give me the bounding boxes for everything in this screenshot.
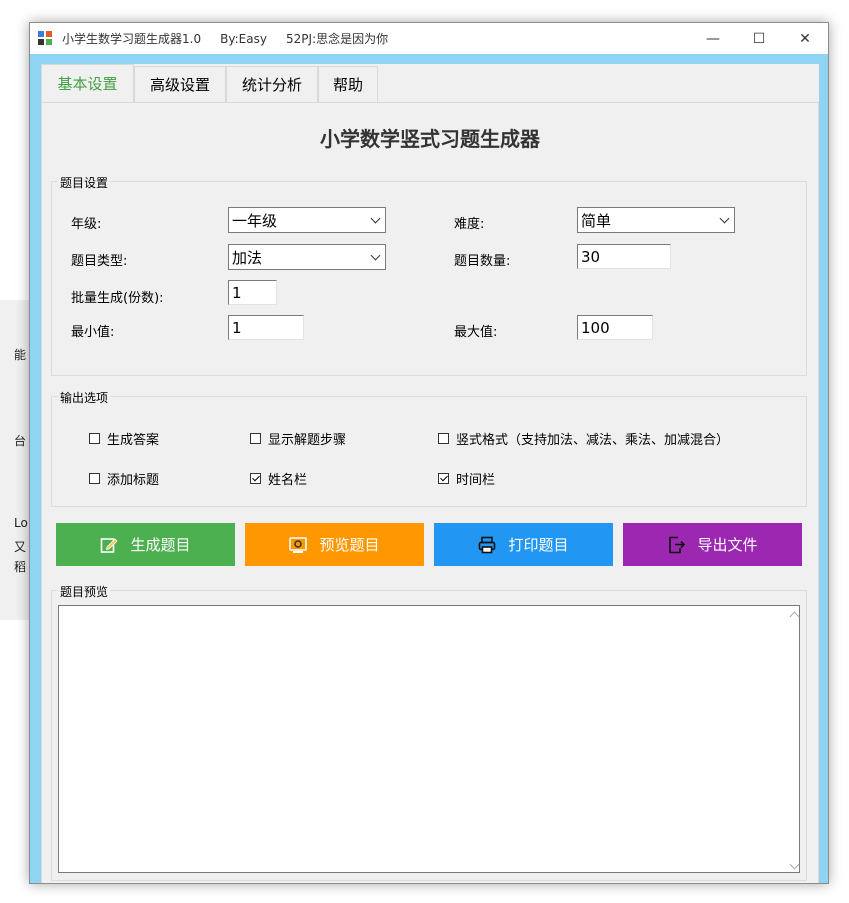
checkbox-icon: [89, 473, 100, 484]
preview-group: 题目预览: [51, 583, 807, 881]
button-label: 导出文件: [697, 536, 758, 554]
checkbox-label: 显示解题步骤: [268, 433, 347, 448]
title-bar[interactable]: 小学生数学习题生成器1.0 By:Easy 52PJ:思念是因为你 — ☐ ✕: [30, 23, 828, 54]
background-window-edge: [420, 10, 800, 18]
count-input[interactable]: 30: [577, 244, 671, 269]
max-label: 最大值:: [454, 325, 498, 340]
maximize-button[interactable]: ☐: [736, 23, 782, 54]
type-select[interactable]: 加法: [228, 244, 386, 270]
tab-basic-settings[interactable]: 基本设置: [41, 64, 134, 102]
difficulty-label: 难度:: [454, 217, 485, 232]
print-button[interactable]: 打印题目: [434, 523, 613, 566]
checkbox-checked-icon: [438, 473, 449, 484]
preview-textarea[interactable]: [58, 605, 800, 873]
checkbox-show-steps[interactable]: 显示解题步骤: [250, 429, 346, 448]
checkbox-checked-icon: [250, 473, 261, 484]
printer-icon: [478, 536, 496, 554]
grade-select[interactable]: 一年级: [228, 207, 386, 233]
grade-value: 一年级: [232, 211, 278, 230]
preview-button[interactable]: 预览题目: [245, 523, 424, 566]
tab-statistics[interactable]: 统计分析: [226, 66, 318, 102]
checkbox-icon: [250, 433, 261, 444]
chevron-down-icon: [719, 213, 730, 224]
minimize-icon: —: [706, 30, 720, 47]
type-label: 题目类型:: [71, 254, 128, 269]
background-text: 稻: [14, 560, 27, 574]
type-value: 加法: [232, 248, 263, 267]
tab-advanced-settings[interactable]: 高级设置: [134, 66, 226, 102]
button-label: 生成题目: [130, 536, 191, 554]
checkbox-label: 生成答案: [107, 433, 160, 448]
maximize-icon: ☐: [752, 30, 766, 47]
tab-help[interactable]: 帮助: [318, 66, 378, 102]
difficulty-select[interactable]: 简单: [577, 207, 735, 233]
batch-input[interactable]: 1: [228, 280, 277, 305]
background-text: Lo: [14, 516, 28, 530]
background-text: 台: [14, 434, 27, 448]
preview-icon: [289, 536, 308, 554]
group-label: 题目设置: [58, 174, 111, 191]
export-button[interactable]: 导出文件: [623, 523, 802, 566]
background-window: 能 台 Lo 又 稻: [0, 300, 30, 620]
difficulty-value: 简单: [581, 211, 612, 230]
button-label: 预览题目: [319, 536, 380, 554]
window-title: 小学生数学习题生成器1.0 By:Easy 52PJ:思念是因为你: [62, 32, 389, 46]
tab-panel-basic: 小学数学竖式习题生成器 题目设置 年级: 一年级 难度: 简单 题目类型: 加法: [41, 102, 819, 883]
client-area: 基本设置 高级设置 统计分析 帮助 小学数学竖式习题生成器 题目设置 年级: 一…: [41, 64, 819, 883]
export-icon: [667, 536, 686, 554]
group-label: 题目预览: [58, 583, 111, 600]
question-settings-group: 题目设置 年级: 一年级 难度: 简单 题目类型: 加法 题目数量: 30 批量…: [51, 174, 807, 376]
min-label: 最小值:: [71, 325, 115, 340]
checkbox-icon: [89, 433, 100, 444]
batch-label: 批量生成(份数):: [71, 291, 164, 306]
background-text: 又: [14, 540, 27, 554]
grade-label: 年级:: [71, 217, 102, 232]
checkbox-generate-answers[interactable]: 生成答案: [89, 429, 159, 448]
chevron-down-icon: [370, 250, 381, 261]
tab-strip: 基本设置 高级设置 统计分析 帮助: [41, 64, 378, 102]
checkbox-name-field[interactable]: 姓名栏: [250, 469, 307, 488]
max-input[interactable]: 100: [577, 315, 653, 340]
checkbox-label: 竖式格式（支持加法、减法、乘法、加减混合）: [456, 433, 730, 448]
generate-button[interactable]: 生成题目: [56, 523, 235, 566]
edit-icon: [100, 536, 119, 554]
app-icon: [38, 30, 54, 47]
min-input[interactable]: 1: [228, 315, 304, 340]
minimize-button[interactable]: —: [690, 23, 736, 54]
checkbox-icon: [438, 433, 449, 444]
close-icon: ✕: [799, 30, 811, 47]
checkbox-time-field[interactable]: 时间栏: [438, 469, 495, 488]
checkbox-vertical-format[interactable]: 竖式格式（支持加法、减法、乘法、加减混合）: [438, 429, 729, 448]
checkbox-label: 添加标题: [107, 473, 160, 488]
count-label: 题目数量:: [454, 254, 511, 269]
chevron-down-icon: [370, 213, 381, 224]
button-label: 打印题目: [508, 536, 569, 554]
output-options-group: 输出选项 生成答案 显示解题步骤 竖式格式（支持加法、减法、乘法、加减混合） 添…: [51, 389, 807, 507]
checkbox-label: 时间栏: [456, 473, 496, 488]
background-text: 能: [14, 348, 27, 362]
checkbox-add-title[interactable]: 添加标题: [89, 469, 159, 488]
page-title: 小学数学竖式习题生成器: [320, 127, 540, 151]
close-button[interactable]: ✕: [782, 23, 828, 54]
group-label: 输出选项: [58, 389, 111, 406]
app-window: 小学生数学习题生成器1.0 By:Easy 52PJ:思念是因为你 — ☐ ✕ …: [29, 22, 829, 884]
checkbox-label: 姓名栏: [268, 473, 308, 488]
